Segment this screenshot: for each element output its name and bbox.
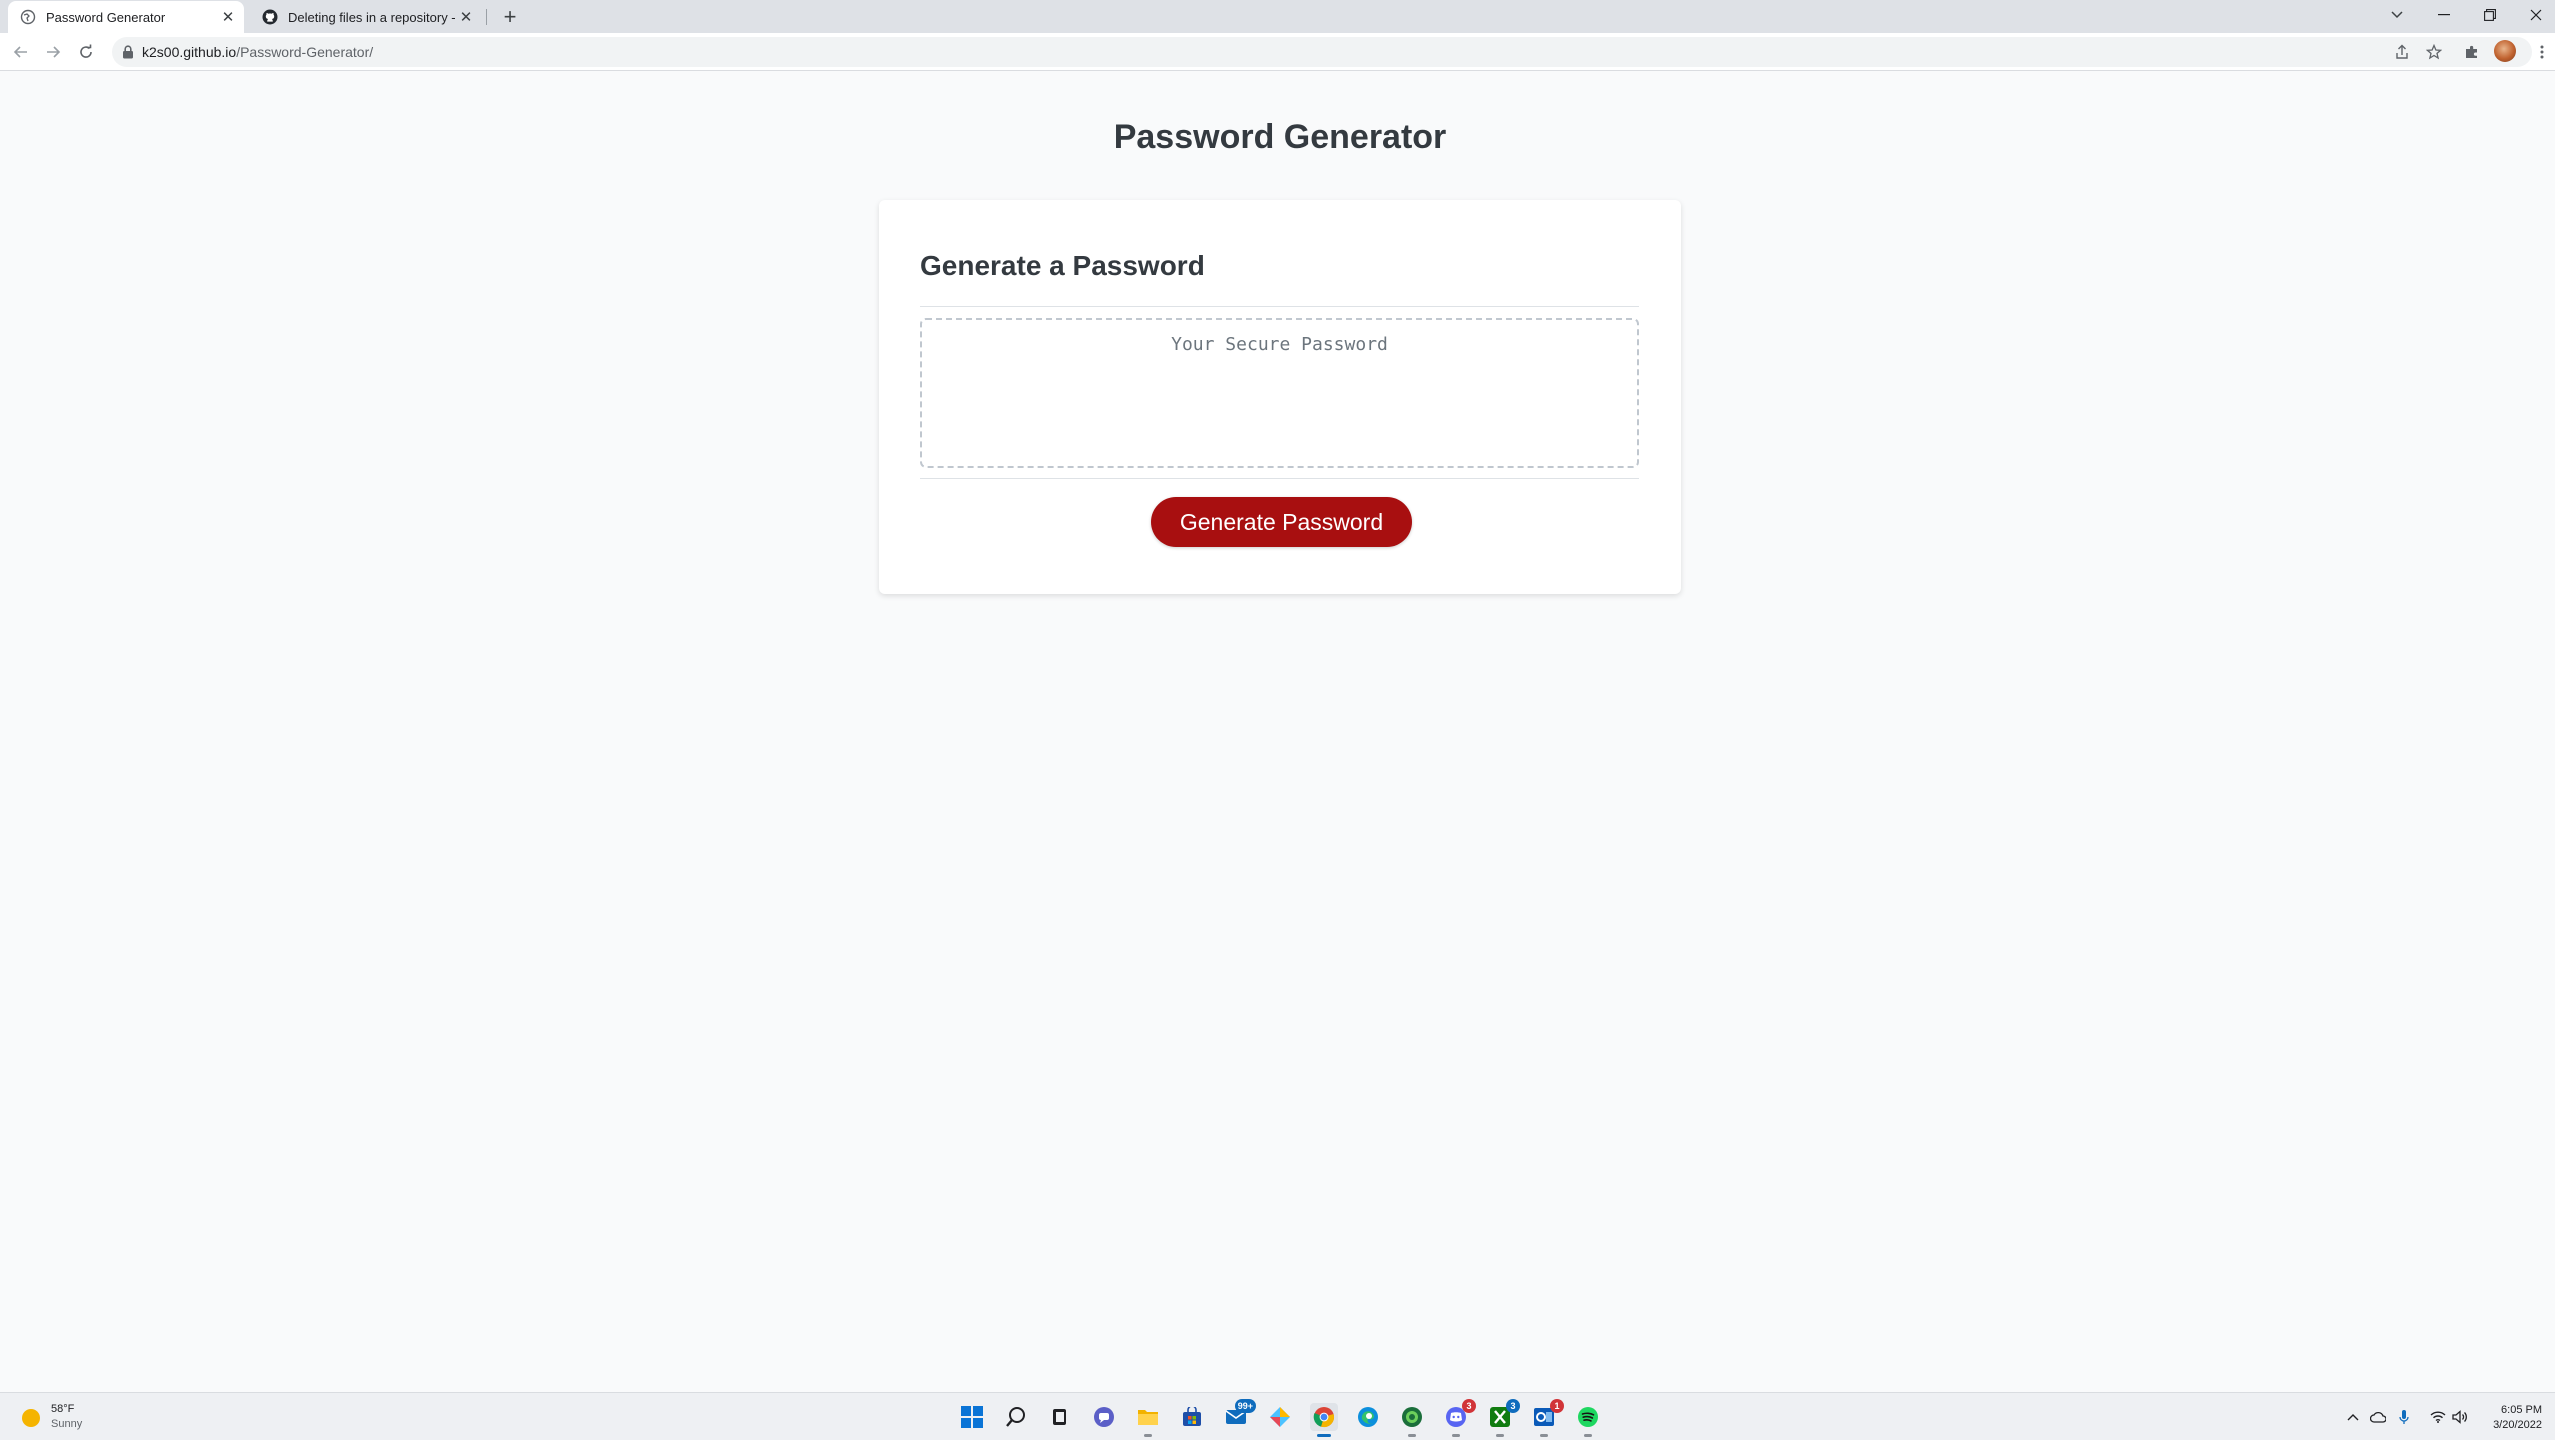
running-indicator [1496,1434,1504,1437]
chrome-icon[interactable] [1310,1403,1338,1437]
forward-arrow-icon[interactable] [41,40,65,64]
sun-icon[interactable] [22,1409,40,1427]
discord-icon[interactable]: 3 [1442,1399,1476,1437]
tab-password-generator[interactable]: Password Generator ✕ [8,1,244,33]
volume-icon[interactable] [2450,1407,2470,1427]
file-explorer-icon[interactable] [1134,1403,1162,1437]
password-placeholder: Your Secure Password [1171,334,1388,355]
running-indicator [1144,1434,1152,1437]
start-icon[interactable] [958,1403,986,1431]
new-tab-button[interactable]: + [498,4,522,29]
restore-icon[interactable] [2468,0,2512,30]
tab-title: Deleting files in a repository - Gi [288,9,456,25]
address-bar[interactable]: k2s00.github.io/Password-Generator/ [112,37,2532,67]
bookmark-star-icon[interactable] [2422,40,2446,64]
close-tab-icon[interactable]: ✕ [218,7,238,27]
xbox-icon[interactable]: 3 [1486,1399,1520,1437]
tab-title: Password Generator [46,9,166,25]
mail-icon[interactable]: 99+ [1222,1399,1256,1431]
clock-time: 6:05 PM [2501,1404,2542,1416]
onedrive-cloud-icon[interactable] [2368,1407,2388,1427]
url-path: /Password-Generator/ [236,44,374,60]
running-indicator [1452,1434,1460,1437]
wifi-icon[interactable] [2428,1407,2448,1427]
footer-divider [920,478,1639,479]
weather-temperature[interactable]: 58°F [51,1403,74,1415]
outlook-icon[interactable]: 1 [1530,1399,1564,1437]
github-icon [262,9,278,25]
tab-deleting-files[interactable]: Deleting files in a repository - Gi ✕ [250,1,482,33]
xbox-badge: 3 [1506,1399,1520,1413]
running-indicator [1317,1434,1331,1437]
tab-divider [486,9,487,25]
running-indicator [1408,1434,1416,1437]
card-header: Generate a Password [920,250,1205,281]
store-icon[interactable] [1178,1403,1206,1431]
windows-taskbar: 58°F Sunny 99+ 3 3 1 6:05 PM 3/20/2022 [0,1392,2555,1440]
close-window-icon[interactable] [2514,0,2555,30]
lock-icon [123,45,133,59]
system-clock[interactable]: 6:05 PM 3/20/2022 [2470,1403,2542,1433]
page-title: Password Generator [1113,118,1447,156]
edge-dev-icon[interactable] [1398,1403,1426,1437]
teams-chat-icon[interactable] [1090,1403,1118,1431]
password-card: Generate a Password Your Secure Password… [879,200,1681,594]
outlook-badge: 1 [1550,1399,1564,1413]
tab-strip: Password Generator ✕ Deleting files in a… [0,0,2555,33]
spotify-icon[interactable] [1574,1403,1602,1437]
back-arrow-icon[interactable] [9,40,33,64]
mail-badge: 99+ [1234,1399,1256,1413]
password-output[interactable]: Your Secure Password [920,318,1639,468]
globe-icon [20,9,36,25]
menu-kebab-icon[interactable] [2530,40,2554,64]
search-icon[interactable] [1002,1403,1030,1431]
browser-toolbar: k2s00.github.io/Password-Generator/ [0,33,2555,71]
share-icon[interactable] [2390,40,2414,64]
task-view-icon[interactable] [1046,1403,1074,1431]
microphone-icon[interactable] [2394,1407,2414,1427]
close-tab-icon[interactable]: ✕ [456,7,476,27]
pinned-app-icon[interactable] [1266,1403,1294,1431]
discord-badge: 3 [1462,1399,1476,1413]
edge-icon[interactable] [1354,1403,1382,1431]
weather-description[interactable]: Sunny [51,1418,82,1430]
running-indicator [1540,1434,1548,1437]
reload-icon[interactable] [74,40,98,64]
url-host: k2s00.github.io [142,44,237,60]
extensions-puzzle-icon[interactable] [2460,40,2484,64]
running-indicator [1584,1434,1592,1437]
show-hidden-icons-chevron-icon[interactable] [2343,1407,2363,1427]
clock-date: 3/20/2022 [2493,1419,2542,1431]
generate-password-button[interactable]: Generate Password [1151,497,1412,547]
header-divider [920,306,1639,307]
profile-avatar[interactable] [2494,40,2516,62]
minimize-icon[interactable] [2422,0,2466,30]
tab-search-icon[interactable] [2375,0,2419,30]
